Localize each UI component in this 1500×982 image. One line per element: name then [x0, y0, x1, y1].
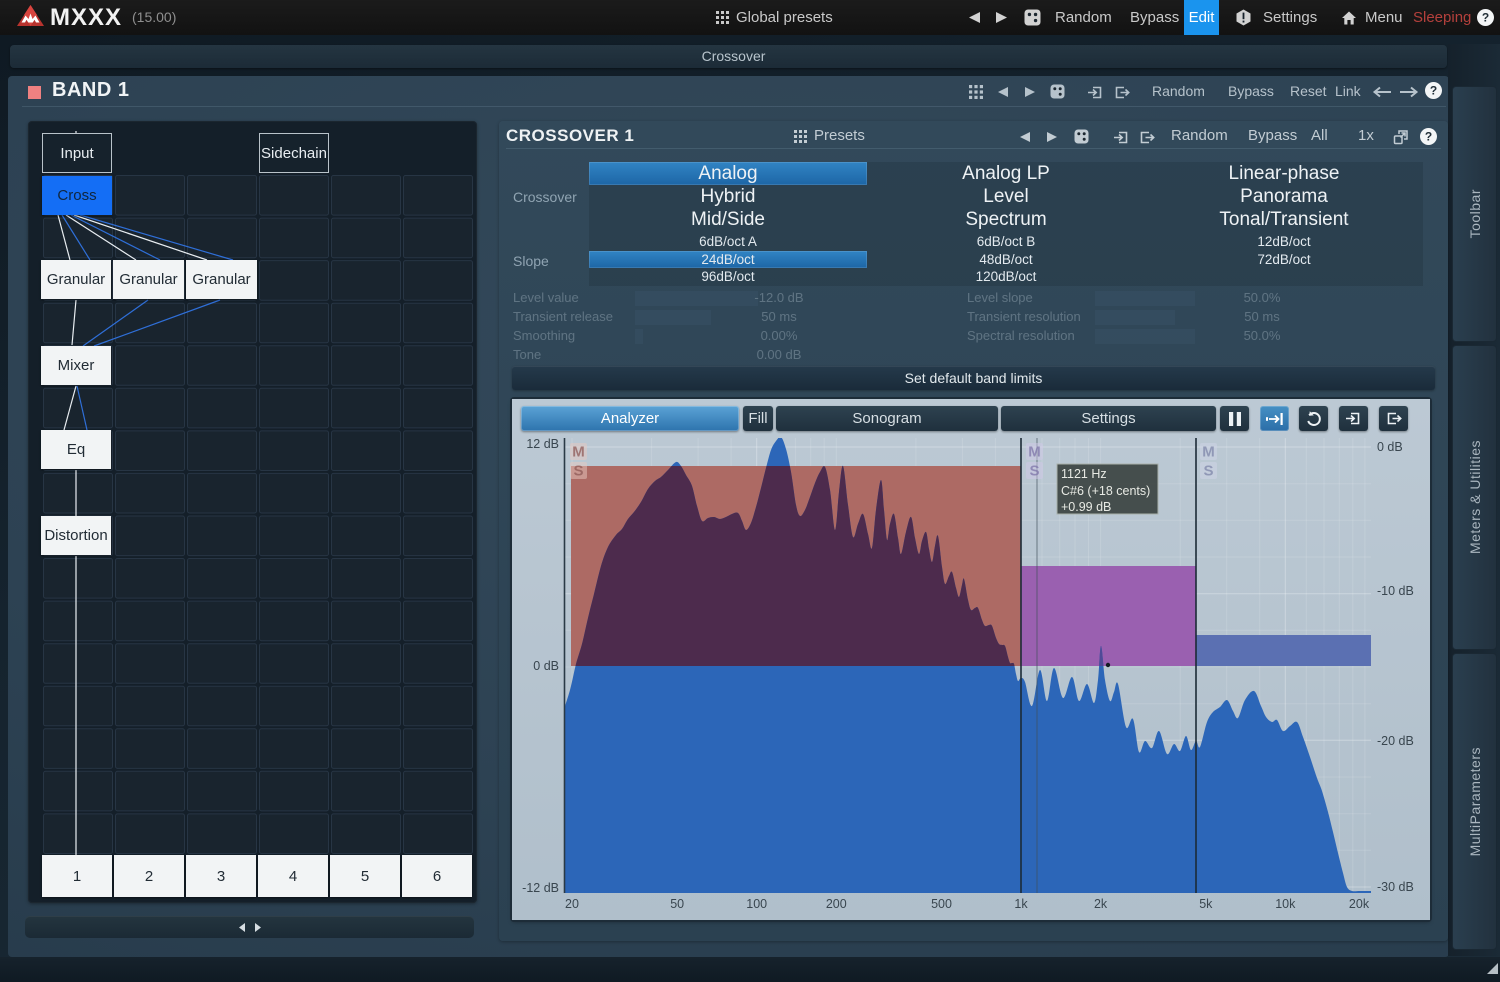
svg-text:200: 200 — [826, 897, 847, 911]
svg-text:M: M — [572, 444, 585, 461]
svg-text:100: 100 — [746, 897, 767, 911]
svg-text:5k: 5k — [1199, 897, 1213, 911]
svg-text:M: M — [1028, 444, 1041, 461]
svg-text:C#6 (+18 cents): C#6 (+18 cents) — [1061, 484, 1150, 498]
svg-text:?: ? — [1425, 130, 1432, 144]
svg-text:-12 dB: -12 dB — [522, 881, 559, 895]
svg-text:S: S — [1203, 463, 1213, 480]
svg-text:S: S — [573, 463, 583, 480]
svg-text:1k: 1k — [1014, 897, 1028, 911]
svg-text:12 dB: 12 dB — [526, 437, 559, 451]
svg-text:20k: 20k — [1349, 897, 1370, 911]
svg-text:50: 50 — [670, 897, 684, 911]
svg-text:0 dB: 0 dB — [1377, 440, 1403, 454]
svg-text:?: ? — [1482, 11, 1489, 25]
svg-text:?: ? — [1430, 84, 1437, 98]
svg-text:-20 dB: -20 dB — [1377, 734, 1414, 748]
svg-text:+0.99 dB: +0.99 dB — [1061, 500, 1111, 514]
svg-text:-10 dB: -10 dB — [1377, 584, 1414, 598]
svg-text:10k: 10k — [1275, 897, 1296, 911]
svg-text:0 dB: 0 dB — [533, 659, 559, 673]
svg-text:500: 500 — [931, 897, 952, 911]
svg-text:2k: 2k — [1094, 897, 1108, 911]
svg-text:-30 dB: -30 dB — [1377, 880, 1414, 894]
svg-text:M: M — [1202, 444, 1215, 461]
svg-text:1121 Hz: 1121 Hz — [1061, 467, 1107, 481]
svg-text:S: S — [1029, 463, 1039, 480]
svg-text:20: 20 — [565, 897, 579, 911]
